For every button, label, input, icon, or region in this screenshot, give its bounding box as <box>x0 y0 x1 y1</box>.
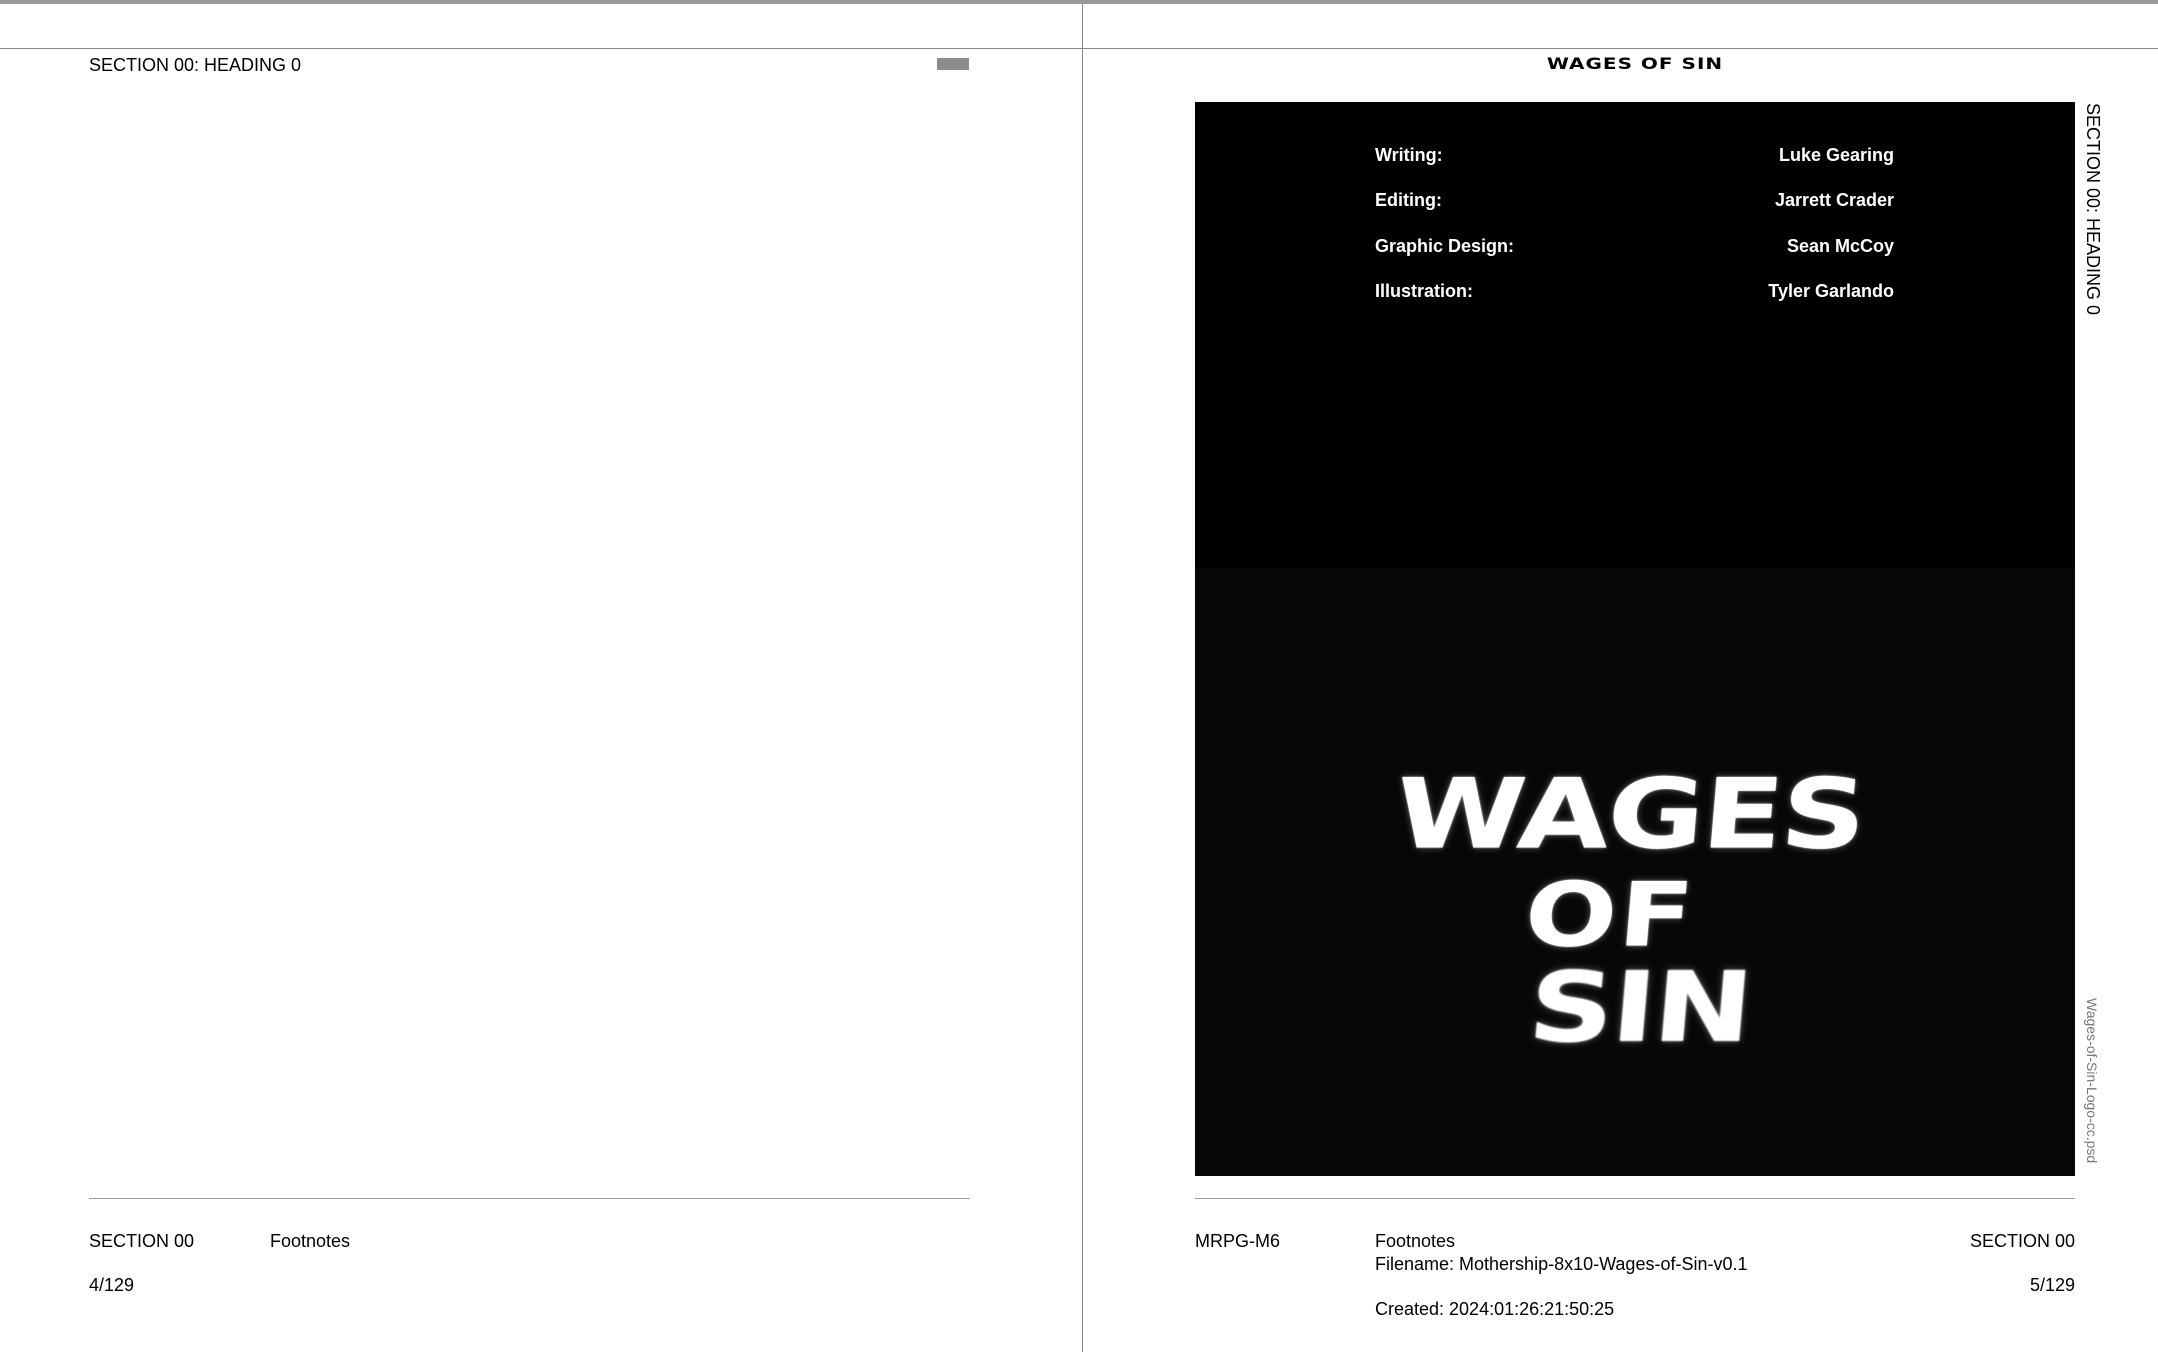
credit-value-graphic-design: Sean McCoy <box>1786 236 1894 256</box>
vertical-running-head: SECTION 00: HEADING 0 <box>2083 103 2103 316</box>
logo-word-sin: SIN <box>1524 950 1756 1064</box>
right-footer-filename: Filename: Mothership-8x10-Wages-of-Sin-v… <box>1375 1254 1748 1274</box>
spread-gutter <box>1082 4 1083 1352</box>
credit-value-illustration: Tyler Garlando <box>1768 281 1894 301</box>
page-marker <box>937 58 969 70</box>
logo-word-wages: WAGES <box>1390 757 1870 871</box>
left-footer-section: SECTION 00 <box>89 1231 195 1251</box>
right-footer-created: Created: 2024:01:26:21:50:25 <box>1375 1299 1615 1319</box>
right-page-number: 5/129 <box>2029 1275 2075 1295</box>
right-footer-footnotes: Footnotes <box>1375 1231 1456 1251</box>
left-page-number: 4/129 <box>89 1275 135 1295</box>
credit-label-editing: Editing: <box>1375 190 1442 210</box>
credit-value-editing: Jarrett Crader <box>1774 190 1894 210</box>
right-footer-section: SECTION 00 <box>1969 1231 2075 1251</box>
left-footer-rule <box>89 1198 970 1199</box>
credit-label-writing: Writing: <box>1375 145 1443 165</box>
right-running-title: WAGES OF SIN <box>1546 54 1724 73</box>
header-rule <box>0 48 2158 49</box>
right-footer-rule <box>1195 1198 2075 1199</box>
cover-credits-panel <box>1195 102 2075 568</box>
logo-word-of: OF <box>1520 864 1700 967</box>
credit-label-illustration: Illustration: <box>1375 281 1473 301</box>
credit-label-graphic-design: Graphic Design: <box>1375 236 1515 256</box>
viewer-top-border <box>0 0 2158 4</box>
image-filename-caption: Wages-of-Sin-Logo-cc.psd <box>2084 998 2100 1164</box>
credit-value-writing: Luke Gearing <box>1778 145 1894 165</box>
right-footer-code: MRPG-M6 <box>1195 1231 1280 1251</box>
left-running-head: SECTION 00: HEADING 0 <box>89 55 302 75</box>
left-footer-footnotes: Footnotes <box>270 1231 351 1251</box>
